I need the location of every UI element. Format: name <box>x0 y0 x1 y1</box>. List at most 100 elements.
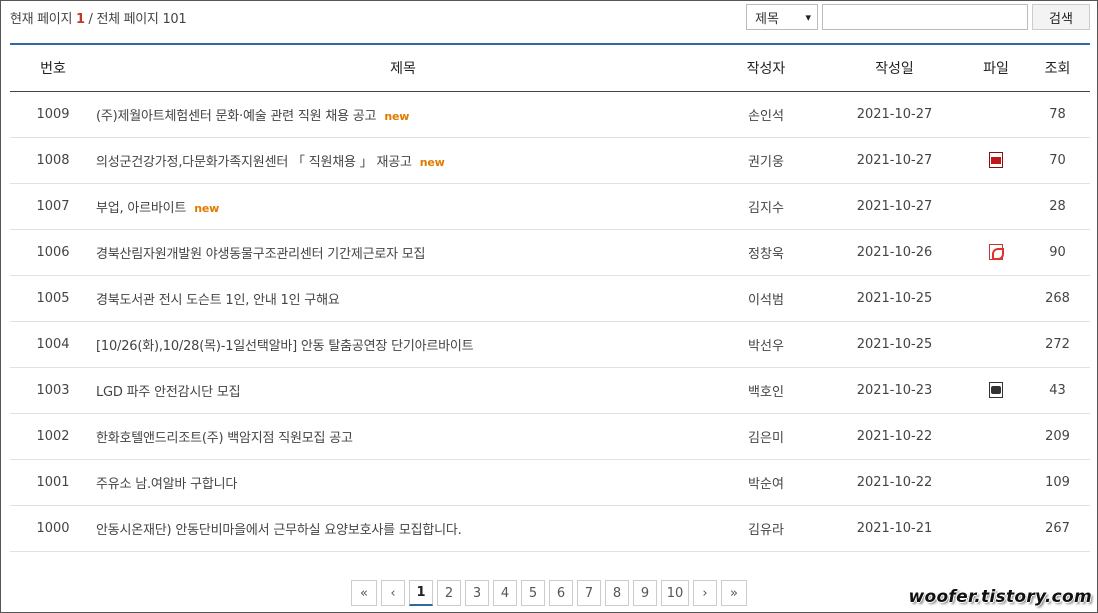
post-title-link[interactable]: (주)제월아트체험센터 문화·예술 관련 직원 채용 공고 <box>96 109 377 124</box>
post-title-cell: 안동시온재단) 안동단비마을에서 근무하실 요양보호사를 모집합니다. <box>96 505 710 551</box>
post-date: 2021-10-25 <box>856 290 933 306</box>
post-title-link[interactable]: 의성군건강가정,다문화가족지원센터 「 직원채용 」 재공고 <box>96 155 412 170</box>
post-author: 박선우 <box>748 338 784 354</box>
post-number: 1003 <box>36 382 70 398</box>
post-author: 손인석 <box>748 108 784 124</box>
post-views: 28 <box>1049 198 1066 214</box>
header-file: 파일 <box>983 60 1009 77</box>
page-button-5[interactable]: 5 <box>521 580 545 606</box>
post-views: 267 <box>1045 520 1070 536</box>
post-date: 2021-10-25 <box>856 336 933 352</box>
post-file-cell <box>967 275 1025 321</box>
last-page-button[interactable]: » <box>721 580 747 606</box>
first-page-button[interactable]: « <box>351 580 377 606</box>
page-info-prefix: 현재 페이지 <box>10 11 76 27</box>
post-title-link[interactable]: 주유소 남.여알바 구합니다 <box>96 477 237 492</box>
post-file-cell <box>967 321 1025 367</box>
page-button-6[interactable]: 6 <box>549 580 573 606</box>
post-number: 1002 <box>36 428 70 444</box>
post-author: 이석범 <box>748 292 784 308</box>
post-file-cell <box>967 137 1025 183</box>
post-file-cell <box>967 183 1025 229</box>
header-title: 제목 <box>390 60 416 77</box>
post-title-cell: (주)제월아트체험센터 문화·예술 관련 직원 채용 공고 new <box>96 91 710 137</box>
post-number: 1007 <box>36 198 70 214</box>
post-number: 1008 <box>36 152 70 168</box>
post-title-link[interactable]: 안동시온재단) 안동단비마을에서 근무하실 요양보호사를 모집합니다. <box>96 523 462 538</box>
post-author: 김지수 <box>748 200 784 216</box>
post-file-cell <box>967 367 1025 413</box>
pagination: « ‹ 1 2 3 4 5 6 7 8 9 10 › » <box>351 580 747 606</box>
post-file-cell <box>967 459 1025 505</box>
post-author: 권기웅 <box>748 154 784 170</box>
search-field-value: 제목 <box>755 11 779 27</box>
post-views: 268 <box>1045 290 1070 306</box>
prev-page-button[interactable]: ‹ <box>381 580 405 606</box>
page-button-4[interactable]: 4 <box>493 580 517 606</box>
post-list-table: 번호 제목 작성자 작성일 파일 조회 1009 (주)제월아트체험센터 문화·예… <box>10 43 1090 552</box>
post-date: 2021-10-26 <box>856 244 933 260</box>
post-title-link[interactable]: 한화호텔앤드리조트(주) 백암지점 직원모집 공고 <box>96 431 353 446</box>
post-views: 78 <box>1049 106 1066 122</box>
post-date: 2021-10-27 <box>856 152 933 168</box>
post-title-cell: 주유소 남.여알바 구합니다 <box>96 459 710 505</box>
post-author: 김은미 <box>748 430 784 446</box>
new-badge: new <box>194 201 220 215</box>
current-page-number: 1 <box>75 11 85 27</box>
header-number: 번호 <box>40 60 66 77</box>
post-date: 2021-10-23 <box>856 382 933 398</box>
page-button-9[interactable]: 9 <box>633 580 657 606</box>
post-title-link[interactable]: [10/26(화),10/28(목)-1일선택알바] 안동 탈춤공연장 단기아르… <box>96 339 474 354</box>
post-number: 1006 <box>36 244 70 260</box>
table-row: 1001 주유소 남.여알바 구합니다 박순여 2021-10-22 109 <box>10 459 1090 505</box>
search-field-select[interactable]: 제목 ▾ <box>746 4 818 30</box>
post-title-link[interactable]: 경북산림자원개발원 야생동물구조관리센터 기간제근로자 모집 <box>96 247 426 262</box>
hwp-file-icon[interactable] <box>989 152 1003 168</box>
post-date: 2021-10-22 <box>856 428 933 444</box>
page-info: 현재 페이지 1 / 전체 페이지 101 <box>10 8 187 27</box>
page-button-2[interactable]: 2 <box>437 580 461 606</box>
pdf-file-icon[interactable] <box>989 244 1004 260</box>
post-date: 2021-10-22 <box>856 474 933 490</box>
watermark: woofer.tistory.com <box>908 587 1092 607</box>
new-badge: new <box>384 109 410 123</box>
table-row: 1005 경북도서관 전시 도슨트 1인, 안내 1인 구해요 이석범 2021-10… <box>10 275 1090 321</box>
next-page-button[interactable]: › <box>693 580 717 606</box>
post-title-link[interactable]: 부업, 아르바이트 <box>96 201 186 216</box>
page-button-3[interactable]: 3 <box>465 580 489 606</box>
post-title-link[interactable]: LGD 파주 안전감시단 모집 <box>96 385 241 400</box>
page-button-10[interactable]: 10 <box>661 580 689 606</box>
page-button-8[interactable]: 8 <box>605 580 629 606</box>
board-top-bar: 현재 페이지 1 / 전체 페이지 101 제목 ▾ 검색 <box>10 4 1090 30</box>
post-date: 2021-10-27 <box>856 106 933 122</box>
post-file-cell <box>967 91 1025 137</box>
table-row: 1000 안동시온재단) 안동단비마을에서 근무하실 요양보호사를 모집합니다. 김… <box>10 505 1090 551</box>
jpg-file-icon[interactable] <box>989 382 1003 398</box>
post-file-cell <box>967 413 1025 459</box>
post-author: 박순여 <box>748 476 784 492</box>
post-views: 272 <box>1045 336 1070 352</box>
post-title-cell: 의성군건강가정,다문화가족지원센터 「 직원채용 」 재공고 new <box>96 137 710 183</box>
search-input[interactable] <box>822 4 1028 30</box>
post-views: 209 <box>1045 428 1070 444</box>
table-row: 1006 경북산림자원개발원 야생동물구조관리센터 기간제근로자 모집 정창욱 202… <box>10 229 1090 275</box>
page-button-1[interactable]: 1 <box>409 580 433 606</box>
table-row: 1003 LGD 파주 안전감시단 모집 백호인 2021-10-23 43 <box>10 367 1090 413</box>
header-author: 작성자 <box>746 60 786 77</box>
post-views: 109 <box>1045 474 1070 490</box>
post-author: 김유라 <box>748 522 784 538</box>
page-info-separator: / 전체 페이지 <box>84 11 163 27</box>
header-views: 조회 <box>1044 60 1071 77</box>
post-views: 90 <box>1049 244 1066 260</box>
post-date: 2021-10-21 <box>856 520 933 536</box>
table-row: 1004 [10/26(화),10/28(목)-1일선택알바] 안동 탈춤공연장 … <box>10 321 1090 367</box>
post-number: 1000 <box>36 520 70 536</box>
post-author: 백호인 <box>748 384 784 400</box>
page-button-7[interactable]: 7 <box>577 580 601 606</box>
post-author: 정창욱 <box>748 246 784 262</box>
post-title-link[interactable]: 경북도서관 전시 도슨트 1인, 안내 1인 구해요 <box>96 293 340 308</box>
search-button[interactable]: 검색 <box>1032 4 1090 30</box>
post-views: 70 <box>1049 152 1066 168</box>
total-page-count: 101 <box>162 11 187 27</box>
post-number: 1001 <box>36 474 70 490</box>
